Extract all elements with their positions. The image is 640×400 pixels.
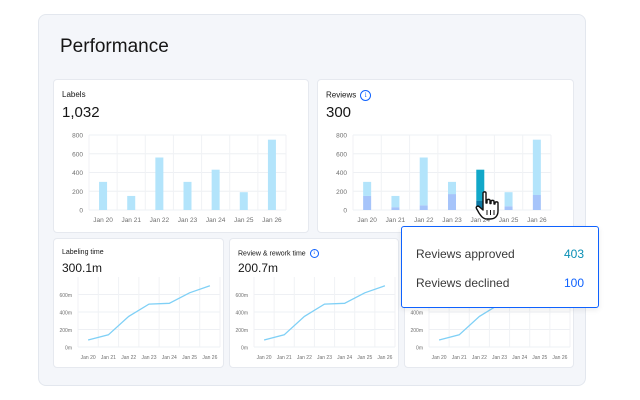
series-line: [263, 285, 386, 341]
bar-segment-base: [391, 207, 400, 210]
y-tick-label: 400m: [410, 311, 423, 317]
x-tick-label: Jan 21: [121, 217, 141, 224]
x-tick-label: Jan 25: [234, 217, 254, 224]
x-tick-label: Jan 20: [81, 355, 96, 361]
approved-label: Reviews approved: [416, 247, 515, 261]
x-tick-label: Jan 23: [141, 355, 156, 361]
labels-card[interactable]: Labels 1,032 0 200 400 600 800 Jan 20 Jan 21 Ja…: [53, 79, 309, 233]
x-tick-label: Jan 22: [121, 355, 136, 361]
x-tick-label: Jan 25: [357, 355, 372, 361]
bar: [211, 169, 220, 210]
x-tick-label: Jan 26: [377, 355, 392, 361]
bar-segment-top: [391, 195, 400, 208]
x-tick-label: Jan 26: [202, 355, 217, 361]
x-tick-label: Jan 21: [452, 355, 467, 361]
x-tick-label: Jan 20: [257, 355, 272, 361]
y-tick-label: 600m: [59, 293, 72, 299]
x-tick-label: Jan 24: [512, 355, 527, 361]
bar-segment-base: [532, 195, 541, 210]
bar: [239, 192, 248, 210]
bar: [183, 181, 192, 210]
bar-segment-base: [419, 205, 428, 210]
labels-bar-chart: 0 200 400 600 800 Jan 20 Jan 21 Jan 22 Jan 23 Jan…: [72, 133, 287, 224]
y-tick-label: 200m: [410, 328, 423, 334]
x-tick-label: Jan 21: [277, 355, 292, 361]
x-tick-label: Jan 26: [552, 355, 567, 361]
review-rework-card[interactable]: Review & rework time i 200.7m 0m 200m 400m 6…: [229, 238, 399, 368]
x-tick-label: Jan 20: [357, 217, 377, 224]
x-tick-label: Jan 22: [150, 217, 170, 224]
x-tick-label: Jan 26: [527, 217, 547, 224]
y-tick-label: 200m: [59, 328, 72, 334]
bar: [267, 139, 276, 210]
x-tick-label: Jan 25: [499, 217, 519, 224]
y-tick-label: 0m: [416, 346, 423, 352]
x-tick-label: Jan 22: [472, 355, 487, 361]
y-tick-label: 0m: [65, 346, 72, 352]
y-tick-label: 200: [336, 189, 347, 196]
y-tick-label: 0: [79, 208, 83, 215]
y-tick-label: 600: [336, 151, 347, 158]
declined-row: Reviews declined 100: [416, 276, 584, 290]
x-tick-label: Jan 23: [492, 355, 507, 361]
x-tick-label: Jan 24: [162, 355, 177, 361]
page-title: Performance: [60, 36, 169, 57]
declined-value: 100: [563, 276, 584, 290]
x-tick-label: Jan 24: [206, 217, 226, 224]
y-tick-label: 800: [72, 133, 83, 140]
x-tick-label: Jan 23: [317, 355, 332, 361]
y-tick-label: 400m: [235, 311, 248, 317]
review-rework-line-chart: 0m 200m 400m 600m Jan 20 Jan 21 Jan 22 Jan 23 Ja…: [235, 277, 396, 361]
y-tick-label: 600: [72, 151, 83, 158]
bar-segment-top: [448, 181, 456, 195]
bar: [155, 157, 164, 210]
bar-segment-base: [363, 195, 372, 210]
x-tick-label: Jan 22: [414, 217, 434, 224]
y-tick-label: 0m: [241, 346, 248, 352]
y-tick-label: 400: [72, 170, 83, 177]
series-line: [87, 285, 211, 341]
x-tick-label: Jan 25: [532, 355, 547, 361]
bar-segment-top: [532, 139, 541, 195]
y-tick-label: 200m: [235, 328, 248, 334]
y-tick-label: 400: [336, 170, 347, 177]
reviews-bar-chart: 0 200 400 600 800 Jan 20 Jan 21 Jan 22 Jan 23 Jan…: [336, 133, 552, 224]
bar-segment-base: [504, 206, 513, 210]
labeling-time-line-chart: 0m 200m 400m 600m Jan 20 Jan 21 Jan 22 Jan 23 Ja…: [59, 277, 221, 361]
bar-segment-top: [504, 192, 513, 207]
x-tick-label: Jan 25: [182, 355, 197, 361]
bar-segment-top: [363, 181, 372, 196]
approved-row: Reviews approved 403: [416, 247, 584, 261]
bar: [99, 181, 108, 210]
x-tick-label: Jan 21: [386, 217, 406, 224]
bar-segment-top: [419, 157, 428, 206]
x-tick-label: Jan 21: [101, 355, 116, 361]
reviews-tooltip: Reviews approved 403 Reviews declined 10…: [401, 226, 599, 308]
reviews-card[interactable]: Reviews i 300 0 200 400 600 800 Jan 20 Jan 21 Ja…: [317, 79, 574, 233]
bar: [127, 195, 136, 210]
y-tick-label: 0: [343, 208, 347, 215]
y-tick-label: 400m: [59, 311, 72, 317]
approved-value: 403: [563, 247, 584, 261]
x-tick-label: Jan 22: [297, 355, 312, 361]
x-tick-label: Jan 26: [262, 217, 282, 224]
x-tick-label: Jan 20: [432, 355, 447, 361]
y-tick-label: 200: [72, 189, 83, 196]
x-tick-label: Jan 20: [93, 217, 113, 224]
labeling-time-card[interactable]: Labeling time 300.1m 0m 200m 400m 600m Jan 2…: [53, 238, 224, 368]
x-tick-label: Jan 24: [337, 355, 352, 361]
y-tick-label: 800: [336, 133, 347, 140]
bar-segment-base: [448, 194, 456, 210]
declined-label: Reviews declined: [416, 276, 510, 290]
y-tick-label: 600m: [235, 293, 248, 299]
x-tick-label: Jan 23: [178, 217, 198, 224]
hand-pointer-icon: [475, 191, 499, 220]
x-tick-label: Jan 23: [442, 217, 462, 224]
